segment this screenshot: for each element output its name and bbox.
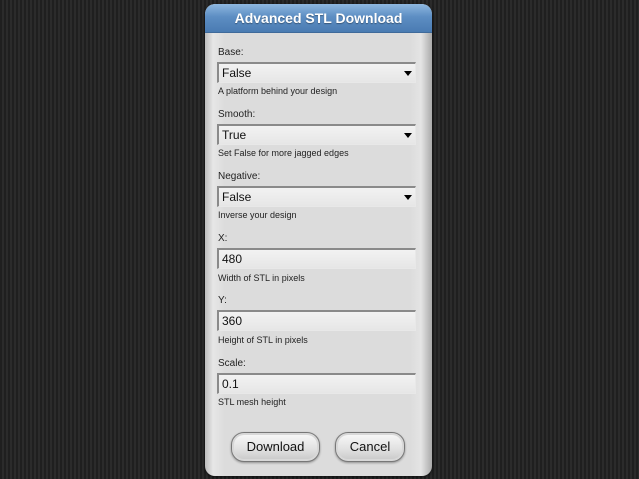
x-label: X: [218,233,228,244]
scale-help: STL mesh height [218,397,286,407]
base-label: Base: [218,47,244,58]
dialog-titlebar[interactable]: Advanced STL Download [205,4,432,33]
advanced-stl-download-dialog: Advanced STL Download Base: False A plat… [205,4,432,476]
y-help: Height of STL in pixels [218,335,308,345]
download-button[interactable]: Download [231,432,320,462]
chevron-down-icon [404,195,412,200]
y-input-value: 360 [222,314,243,328]
smooth-label: Smooth: [218,109,256,120]
base-select[interactable]: False [217,62,416,83]
scale-input[interactable]: 0.1 [217,373,416,394]
smooth-help: Set False for more jagged edges [218,148,349,158]
negative-select[interactable]: False [217,186,416,207]
scale-input-value: 0.1 [222,377,239,391]
x-input-value: 480 [222,252,243,266]
chevron-down-icon [404,133,412,138]
base-help: A platform behind your design [218,86,338,96]
smooth-select-value: True [222,128,247,142]
y-input[interactable]: 360 [217,310,416,331]
dialog-title: Advanced STL Download [234,10,403,26]
negative-label: Negative: [218,171,261,182]
x-input[interactable]: 480 [217,248,416,269]
y-label: Y: [218,295,227,306]
x-help: Width of STL in pixels [218,273,305,283]
negative-help: Inverse your design [218,210,297,220]
negative-select-value: False [222,190,252,204]
cancel-button[interactable]: Cancel [335,432,405,462]
chevron-down-icon [404,71,412,76]
base-select-value: False [222,66,252,80]
smooth-select[interactable]: True [217,124,416,145]
scale-label: Scale: [218,358,246,369]
